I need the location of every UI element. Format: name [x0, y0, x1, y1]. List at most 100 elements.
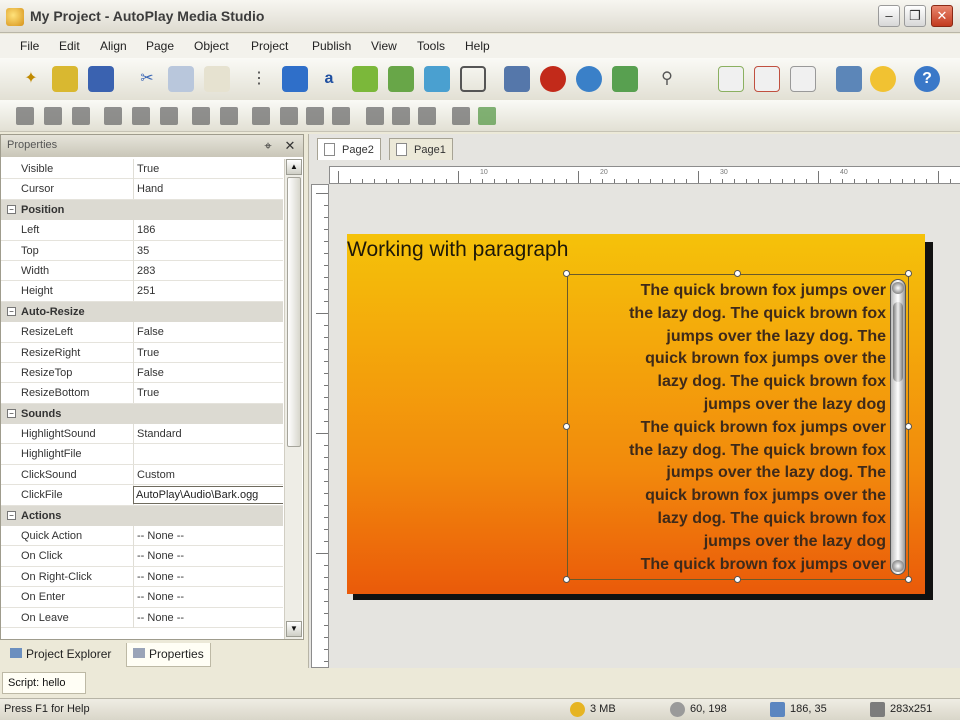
property-row[interactable]: On Leave -- None --: [1, 607, 283, 628]
paragraph-scrollbar[interactable]: [890, 279, 906, 575]
more-icon[interactable]: ⋮: [246, 66, 272, 92]
new-page-icon[interactable]: [718, 66, 744, 92]
minimize-button[interactable]: ‒: [878, 5, 900, 27]
record-icon[interactable]: [540, 66, 566, 92]
property-row[interactable]: ClickSound Custom: [1, 464, 283, 486]
property-row[interactable]: On Right-Click -- None --: [1, 566, 283, 588]
menu-project[interactable]: Project: [251, 39, 288, 53]
preview-icon[interactable]: [836, 66, 862, 92]
menu-publish[interactable]: Publish: [312, 39, 351, 53]
property-category[interactable]: − Position: [1, 199, 283, 221]
selection-handle[interactable]: [734, 270, 741, 277]
copy-icon[interactable]: [168, 66, 194, 92]
property-row[interactable]: Width 283: [1, 260, 283, 282]
bring-forward-icon[interactable]: [252, 107, 270, 125]
property-value[interactable]: 283: [137, 265, 155, 277]
align-right-icon[interactable]: [72, 107, 90, 125]
same-height-icon[interactable]: [392, 107, 410, 125]
tab-script[interactable]: Script: hello: [2, 672, 86, 694]
selection-handle[interactable]: [734, 576, 741, 583]
property-value[interactable]: 186: [137, 224, 155, 236]
close-button[interactable]: ✕: [931, 5, 953, 27]
collapse-icon[interactable]: −: [7, 306, 16, 316]
property-row[interactable]: Visible True: [1, 159, 283, 180]
paragraph-scroll-thumb[interactable]: [893, 302, 903, 382]
search-icon[interactable]: ⚲: [654, 66, 680, 92]
image-object-icon[interactable]: [388, 66, 414, 92]
send-backward-icon[interactable]: [280, 107, 298, 125]
selection-handle[interactable]: [563, 270, 570, 277]
scroll-up-icon[interactable]: ▲: [286, 159, 302, 175]
property-row[interactable]: On Click -- None --: [1, 546, 283, 567]
delete-page-icon[interactable]: [754, 66, 780, 92]
align-middle-icon[interactable]: [132, 107, 150, 125]
tab-page1[interactable]: Page1: [389, 138, 453, 160]
property-value[interactable]: Hand: [137, 183, 163, 195]
send-to-back-icon[interactable]: [332, 107, 350, 125]
paragraph-scroll-up-icon[interactable]: [892, 282, 904, 294]
click-file-input[interactable]: [134, 487, 283, 504]
property-category[interactable]: − Actions: [1, 505, 283, 527]
menu-file[interactable]: File: [20, 39, 39, 53]
page-properties-icon[interactable]: [790, 66, 816, 92]
button-object-icon[interactable]: [282, 66, 308, 92]
selection-handle[interactable]: [905, 270, 912, 277]
rectangle-object-icon[interactable]: [460, 66, 486, 92]
scroll-down-icon[interactable]: ▼: [286, 621, 302, 637]
label-object-icon[interactable]: a: [316, 66, 342, 92]
property-value[interactable]: True: [137, 347, 159, 359]
property-value[interactable]: -- None --: [137, 591, 184, 603]
property-value[interactable]: Standard: [137, 428, 182, 440]
panel-close-icon[interactable]: ✕: [281, 137, 299, 155]
property-value[interactable]: True: [137, 163, 159, 175]
property-row[interactable]: Quick Action -- None --: [1, 526, 283, 547]
pin-icon[interactable]: ⌖: [259, 137, 277, 155]
menu-object[interactable]: Object: [194, 39, 229, 53]
group-icon[interactable]: [452, 107, 470, 125]
property-value[interactable]: -- None --: [137, 571, 184, 583]
selection-handle[interactable]: [905, 576, 912, 583]
property-value[interactable]: True: [137, 387, 159, 399]
property-row[interactable]: ClickFile: [1, 485, 283, 506]
property-category[interactable]: − Auto-Resize: [1, 301, 283, 323]
property-row[interactable]: ResizeRight True: [1, 342, 283, 363]
paragraph-object[interactable]: The quick brown fox jumps over the lazy …: [567, 274, 909, 580]
selection-handle[interactable]: [563, 423, 570, 430]
open-folder-icon[interactable]: [52, 66, 78, 92]
property-value[interactable]: False: [137, 326, 164, 338]
property-value[interactable]: 251: [137, 285, 155, 297]
click-file-editor[interactable]: [133, 486, 283, 505]
space-vertical-icon[interactable]: [220, 107, 238, 125]
menu-view[interactable]: View: [371, 39, 397, 53]
web-object-icon[interactable]: [576, 66, 602, 92]
properties-scrollbar[interactable]: ▲ ▼: [284, 159, 302, 639]
same-width-icon[interactable]: [366, 107, 384, 125]
property-row[interactable]: Top 35: [1, 240, 283, 261]
page-canvas[interactable]: Working with paragraph The quick brown f…: [347, 234, 925, 594]
paragraph-object-icon[interactable]: [352, 66, 378, 92]
collapse-icon[interactable]: −: [7, 510, 16, 520]
save-icon[interactable]: [88, 66, 114, 92]
property-value[interactable]: -- None --: [137, 530, 184, 542]
align-top-icon[interactable]: [104, 107, 122, 125]
property-row[interactable]: ResizeTop False: [1, 362, 283, 384]
scroll-thumb[interactable]: [287, 177, 301, 447]
bring-to-front-icon[interactable]: [306, 107, 324, 125]
property-row[interactable]: ResizeBottom True: [1, 383, 283, 404]
property-row[interactable]: On Enter -- None --: [1, 587, 283, 608]
collapse-icon[interactable]: −: [7, 408, 16, 418]
ungroup-icon[interactable]: [478, 107, 496, 125]
tab-properties[interactable]: Properties: [126, 643, 211, 667]
cut-icon[interactable]: ✂: [134, 66, 160, 92]
paragraph-scroll-down-icon[interactable]: [892, 560, 904, 572]
property-value[interactable]: False: [137, 367, 164, 379]
property-value[interactable]: 35: [137, 245, 149, 257]
build-icon[interactable]: [870, 66, 896, 92]
property-row[interactable]: Height 251: [1, 281, 283, 302]
selection-handle[interactable]: [563, 576, 570, 583]
align-center-icon[interactable]: [44, 107, 62, 125]
wizard-icon[interactable]: ✦: [18, 66, 44, 92]
property-row[interactable]: Cursor Hand: [1, 179, 283, 200]
menu-edit[interactable]: Edit: [59, 39, 80, 53]
menu-page[interactable]: Page: [146, 39, 174, 53]
